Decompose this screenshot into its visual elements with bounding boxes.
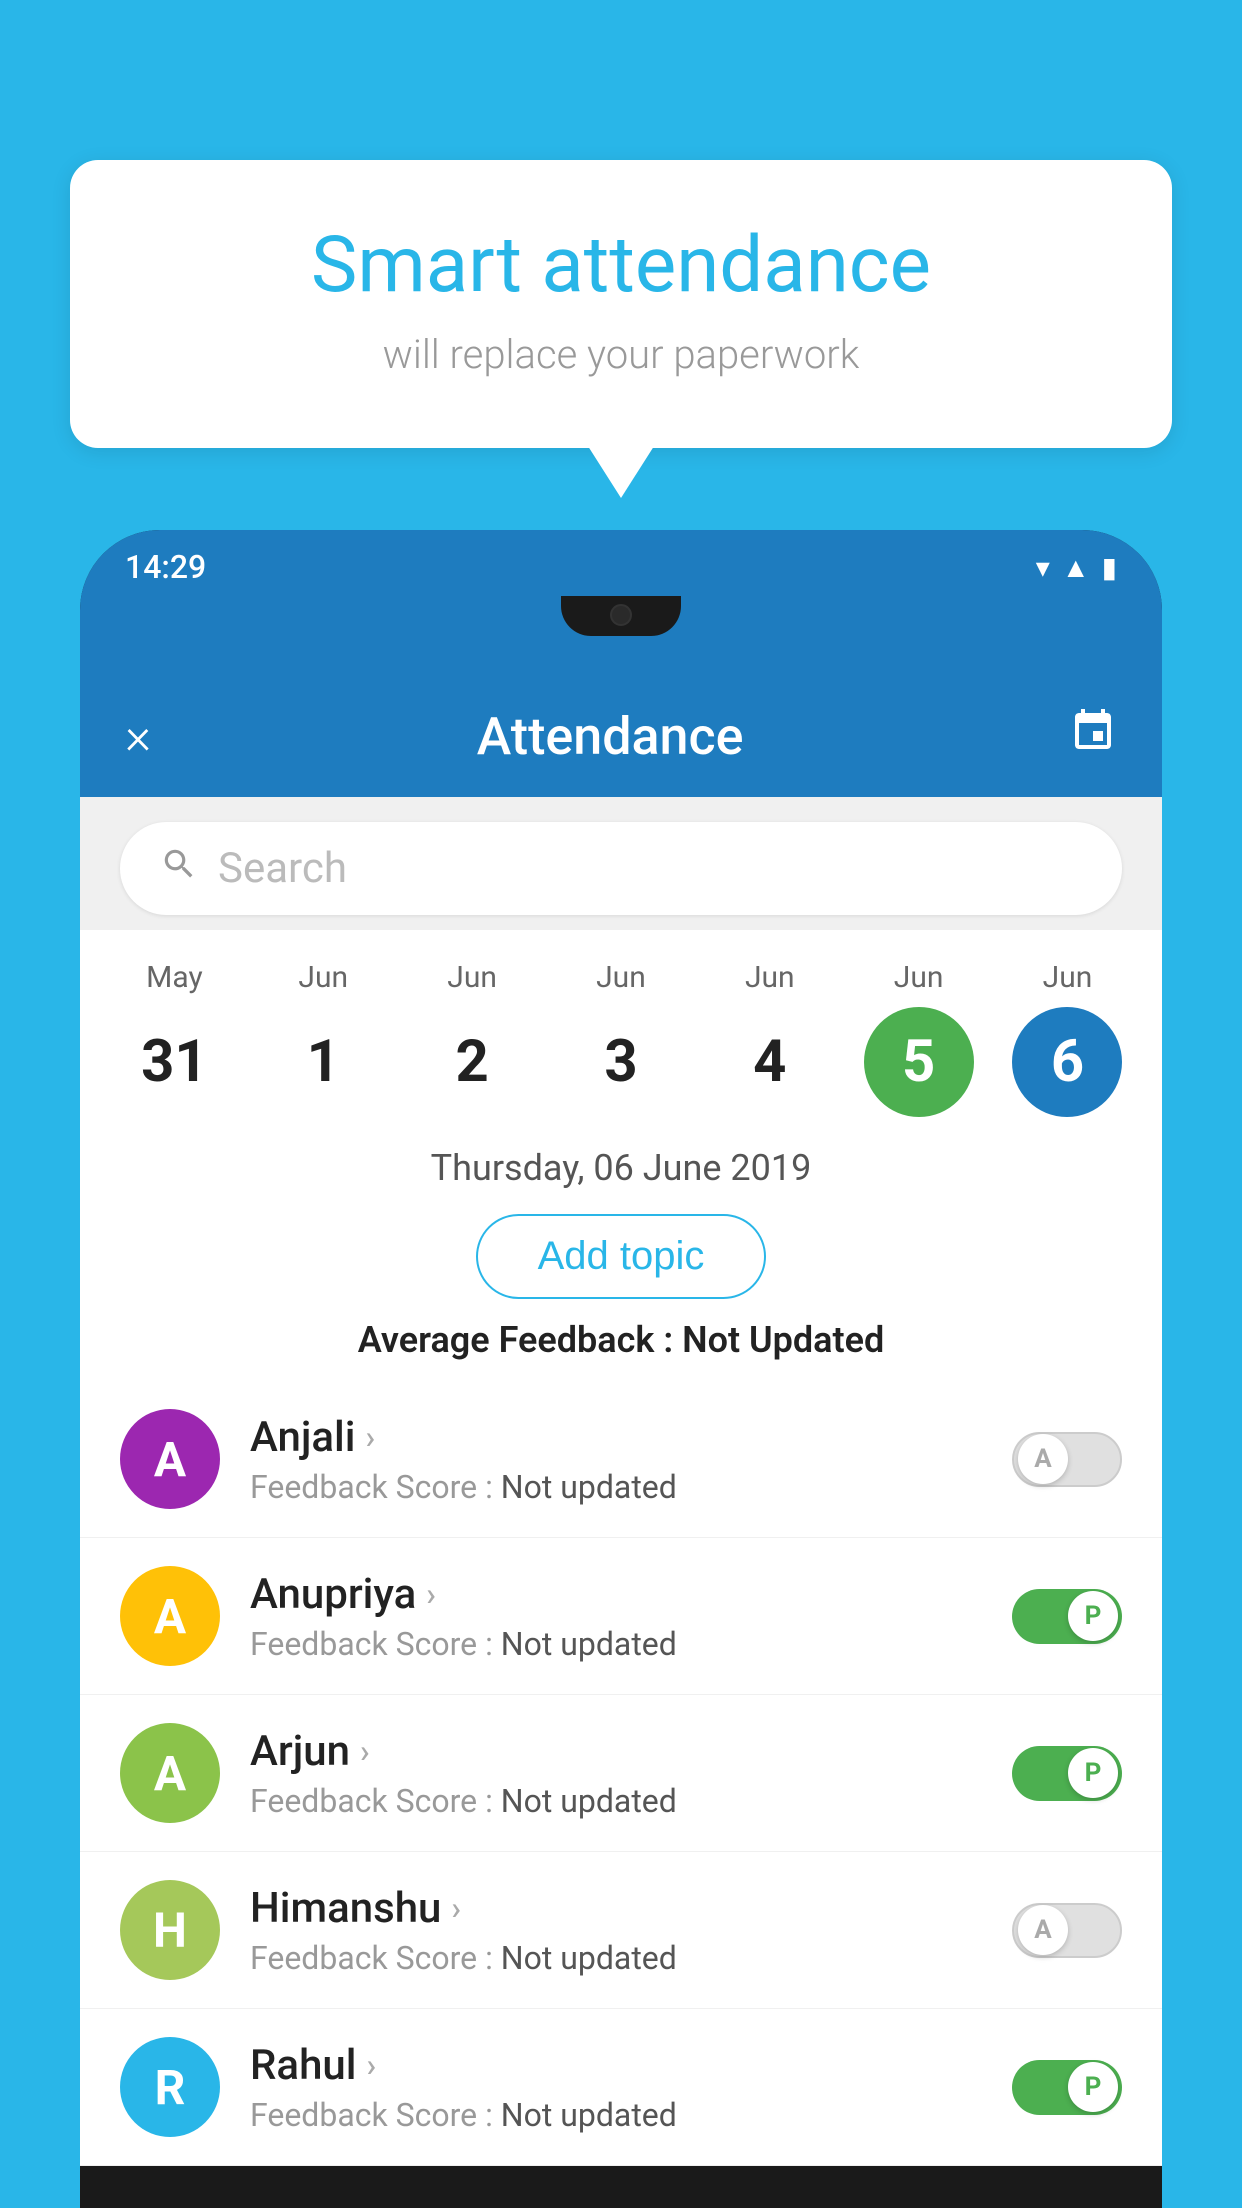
student-avatar-4: R [120,2037,220,2137]
toggle-container-2[interactable]: P [1012,1746,1122,1801]
chevron-icon: › [365,1418,375,1456]
student-name-3: Himanshu › [250,1884,982,1933]
toggle-2[interactable]: P [1012,1746,1122,1801]
chevron-icon: › [366,2046,376,2084]
cal-date-0: 31 [119,1007,229,1117]
toggle-thumb-0: A [1018,1434,1068,1484]
avg-feedback: Average Feedback : Not Updated [80,1319,1162,1381]
student-info-2: Arjun › Feedback Score : Not updated [250,1727,982,1820]
selected-date: Thursday, 06 June 2019 [80,1127,1162,1204]
student-score-4: Feedback Score : Not updated [250,2096,982,2134]
chevron-icon: › [360,1732,370,1770]
toggle-container-1[interactable]: P [1012,1589,1122,1644]
avg-feedback-value: Not Updated [682,1319,884,1361]
calendar-strip: May 31 Jun 1 Jun 2 Jun 3 Jun 4 Jun 5 Jun 6 [80,930,1162,1127]
student-avatar-2: A [120,1723,220,1823]
toggle-container-4[interactable]: P [1012,2060,1122,2115]
status-time: 14:29 [125,548,206,586]
student-info-0: Anjali › Feedback Score : Not updated [250,1413,982,1506]
student-avatar-1: A [120,1566,220,1666]
app-content: May 31 Jun 1 Jun 2 Jun 3 Jun 4 Jun 5 Jun 6 Thursday, … [80,930,1162,2166]
cal-month-4: Jun [745,960,795,995]
student-score-3: Feedback Score : Not updated [250,1939,982,1977]
cal-day-2[interactable]: Jun 2 [407,960,537,1117]
student-avatar-0: A [120,1409,220,1509]
speech-bubble-container: Smart attendance will replace your paper… [70,160,1172,448]
student-name-0: Anjali › [250,1413,982,1462]
student-item[interactable]: A Anjali › Feedback Score : Not updated A [80,1381,1162,1538]
cal-month-6: Jun [1043,960,1093,995]
student-item[interactable]: H Himanshu › Feedback Score : Not updated A [80,1852,1162,2009]
toggle-container-3[interactable]: A [1012,1903,1122,1958]
add-topic-button[interactable]: Add topic [476,1214,767,1299]
student-score-2: Feedback Score : Not updated [250,1782,982,1820]
speech-bubble: Smart attendance will replace your paper… [70,160,1172,448]
signal-icon: ▲ [1062,551,1090,584]
bubble-subtitle: will replace your paperwork [150,331,1092,378]
cal-month-2: Jun [447,960,497,995]
calendar-icon[interactable] [1069,707,1117,766]
cal-date-4: 4 [715,1007,825,1117]
student-score-0: Feedback Score : Not updated [250,1468,982,1506]
phone-camera [610,604,632,626]
student-info-4: Rahul › Feedback Score : Not updated [250,2041,982,2134]
student-list: AAnjali ›Feedback Score : Not updatedAAA… [80,1381,1162,2166]
toggle-container-0[interactable]: A [1012,1432,1122,1487]
student-info-3: Himanshu › Feedback Score : Not updated [250,1884,982,1977]
cal-date-1: 1 [268,1007,378,1117]
student-item[interactable]: A Arjun › Feedback Score : Not updated P [80,1695,1162,1852]
status-bar: 14:29 ▾ ▲ ▮ [80,530,1162,596]
chevron-icon: › [451,1889,461,1927]
status-icons: ▾ ▲ ▮ [1036,551,1117,584]
wifi-icon: ▾ [1036,551,1050,584]
app-title: Attendance [477,706,744,767]
toggle-4[interactable]: P [1012,2060,1122,2115]
student-info-1: Anupriya › Feedback Score : Not updated [250,1570,982,1663]
toggle-1[interactable]: P [1012,1589,1122,1644]
toggle-thumb-2: P [1068,1748,1118,1798]
avg-feedback-label: Average Feedback : [358,1319,682,1361]
search-bar[interactable]: Search [120,822,1122,915]
cal-day-1[interactable]: Jun 1 [258,960,388,1117]
toggle-3[interactable]: A [1012,1903,1122,1958]
student-item[interactable]: A Anupriya › Feedback Score : Not updated P [80,1538,1162,1695]
cal-month-0: May [146,960,202,995]
chevron-icon: › [426,1575,436,1613]
cal-day-4[interactable]: Jun 4 [705,960,835,1117]
cal-date-5: 5 [864,1007,974,1117]
cal-month-1: Jun [298,960,348,995]
battery-icon: ▮ [1102,551,1117,584]
close-button[interactable]: × [125,708,151,766]
cal-date-6: 6 [1012,1007,1122,1117]
phone-notch-area [80,596,1162,686]
cal-day-5[interactable]: Jun 5 [854,960,984,1117]
cal-day-3[interactable]: Jun 3 [556,960,686,1117]
search-container: Search [80,797,1162,930]
student-name-4: Rahul › [250,2041,982,2090]
toggle-thumb-3: A [1018,1905,1068,1955]
cal-day-6[interactable]: Jun 6 [1002,960,1132,1117]
toggle-0[interactable]: A [1012,1432,1122,1487]
bubble-title: Smart attendance [150,220,1092,311]
cal-day-0[interactable]: May 31 [109,960,239,1117]
toggle-thumb-1: P [1068,1591,1118,1641]
student-avatar-3: H [120,1880,220,1980]
cal-date-3: 3 [566,1007,676,1117]
cal-month-3: Jun [596,960,646,995]
search-placeholder: Search [218,844,347,893]
phone-notch [561,596,681,636]
student-name-2: Arjun › [250,1727,982,1776]
toggle-thumb-4: P [1068,2062,1118,2112]
app-header: × Attendance [80,686,1162,797]
search-icon [160,845,198,893]
student-score-1: Feedback Score : Not updated [250,1625,982,1663]
phone-frame: 14:29 ▾ ▲ ▮ × Attendance Searc [80,530,1162,2208]
student-item[interactable]: R Rahul › Feedback Score : Not updated P [80,2009,1162,2166]
cal-month-5: Jun [894,960,944,995]
student-name-1: Anupriya › [250,1570,982,1619]
cal-date-2: 2 [417,1007,527,1117]
